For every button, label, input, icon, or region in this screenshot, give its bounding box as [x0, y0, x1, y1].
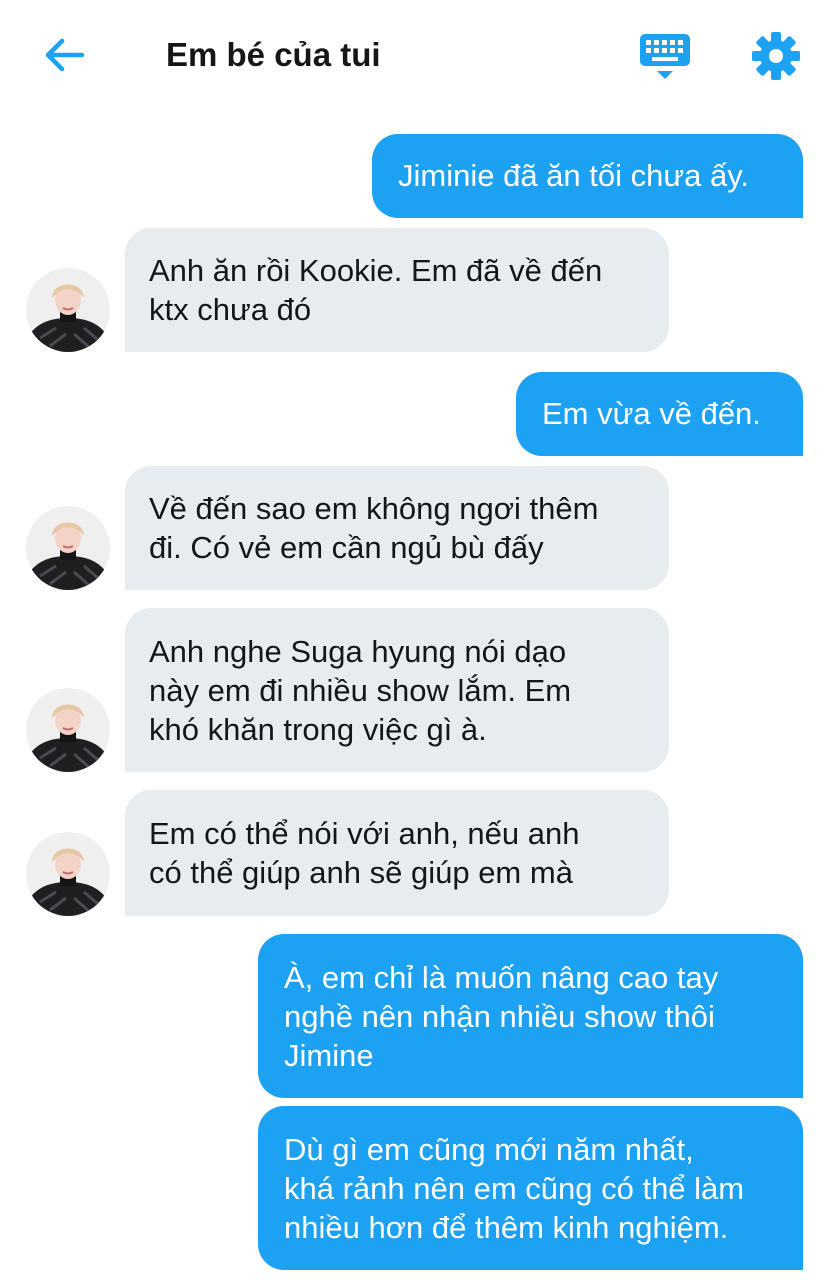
avatar[interactable] [26, 268, 110, 352]
keyboard-button[interactable] [636, 30, 694, 82]
settings-button[interactable] [750, 30, 802, 82]
message-bubble-incoming[interactable]: Anh nghe Suga hyung nói dạo này em đi nh… [125, 608, 669, 772]
message-bubble-incoming[interactable]: Anh ăn rồi Kookie. Em đã về đến ktx chưa… [125, 228, 669, 352]
message-row: Về đến sao em không ngơi thêm đi. Có vẻ … [0, 466, 831, 590]
message-row: Em vừa về đến. [0, 372, 831, 456]
arrow-left-icon [45, 38, 85, 72]
message-bubble-outgoing[interactable]: À, em chỉ là muốn nâng cao tay nghề nên … [258, 934, 803, 1098]
back-button[interactable] [40, 30, 90, 80]
avatar[interactable] [26, 832, 110, 916]
message-row: À, em chỉ là muốn nâng cao tay nghề nên … [0, 934, 831, 1098]
message-bubble-outgoing[interactable]: Dù gì em cũng mới năm nhất, khá rảnh nên… [258, 1106, 803, 1270]
message-row: Jiminie đã ăn tối chưa ấy. [0, 134, 831, 218]
keyboard-icon [640, 34, 690, 79]
message-row: Em có thể nói với anh, nếu anh có thể gi… [0, 790, 831, 916]
message-bubble-outgoing[interactable]: Jiminie đã ăn tối chưa ấy. [372, 134, 803, 218]
avatar[interactable] [26, 506, 110, 590]
avatar[interactable] [26, 688, 110, 772]
gear-icon [752, 32, 800, 80]
message-bubble-incoming[interactable]: Về đến sao em không ngơi thêm đi. Có vẻ … [125, 466, 669, 590]
conversation-header: Em bé của tui [0, 0, 831, 108]
conversation-title: Em bé của tui [166, 36, 381, 73]
message-bubble-outgoing[interactable]: Em vừa về đến. [516, 372, 803, 456]
message-row: Dù gì em cũng mới năm nhất, khá rảnh nên… [0, 1106, 831, 1270]
message-bubble-incoming[interactable]: Em có thể nói với anh, nếu anh có thể gi… [125, 790, 669, 916]
message-row: Anh nghe Suga hyung nói dạo này em đi nh… [0, 608, 831, 772]
message-row: Anh ăn rồi Kookie. Em đã về đến ktx chưa… [0, 228, 831, 352]
